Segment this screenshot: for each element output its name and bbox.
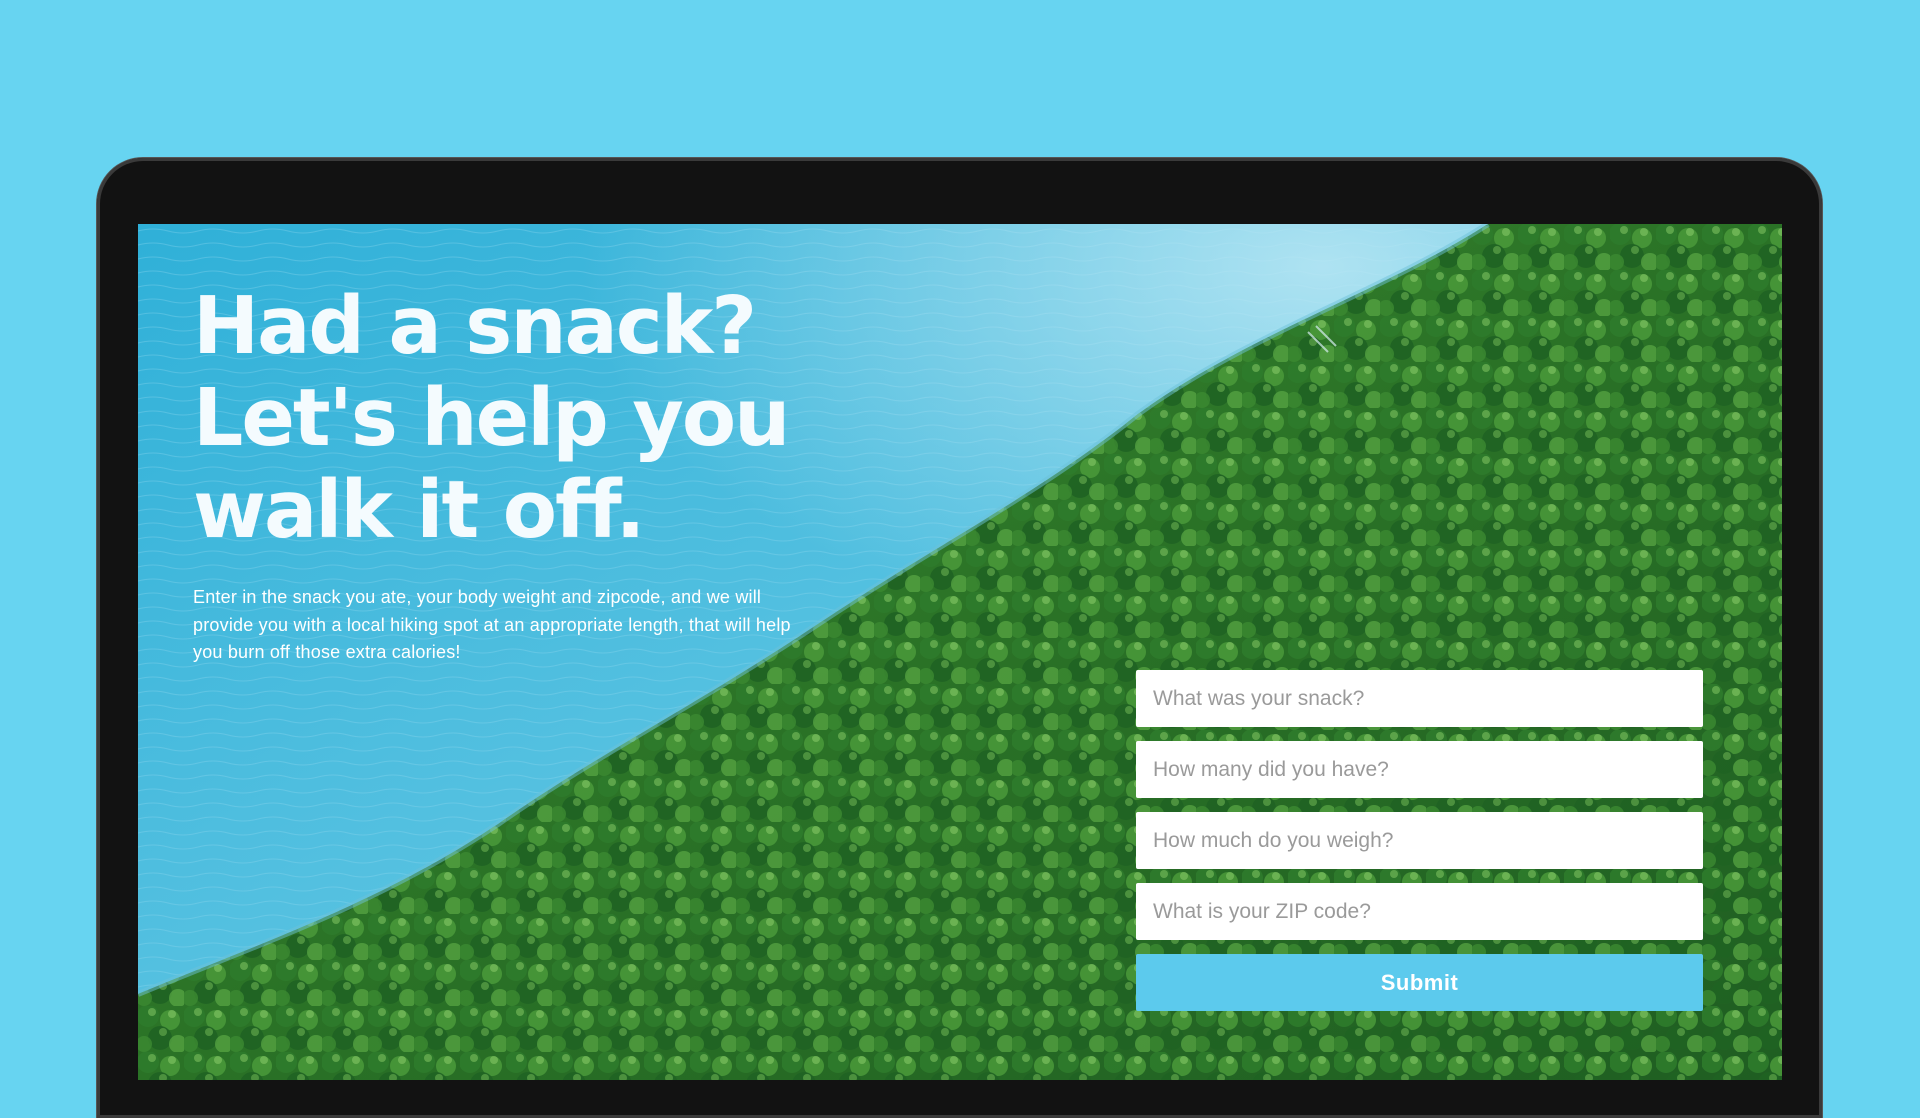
laptop-frame: Had a snack? Let's help you walk it off.… (97, 158, 1822, 1118)
screen: Had a snack? Let's help you walk it off.… (138, 224, 1782, 1080)
submit-button[interactable]: Submit (1136, 954, 1703, 1011)
headline-line-3: walk it off. (193, 464, 645, 556)
zip-code-input[interactable] (1136, 883, 1703, 940)
weight-input[interactable] (1136, 812, 1703, 869)
headline-line-1: Had a snack? (193, 280, 757, 372)
hero-headline: Had a snack? Let's help you walk it off. (193, 280, 893, 556)
headline-line-2: Let's help you (193, 372, 790, 464)
quantity-input[interactable] (1136, 741, 1703, 798)
hero-description: Enter in the snack you ate, your body we… (193, 587, 791, 662)
snack-input[interactable] (1136, 670, 1703, 727)
snack-form: Submit (1136, 670, 1703, 1011)
